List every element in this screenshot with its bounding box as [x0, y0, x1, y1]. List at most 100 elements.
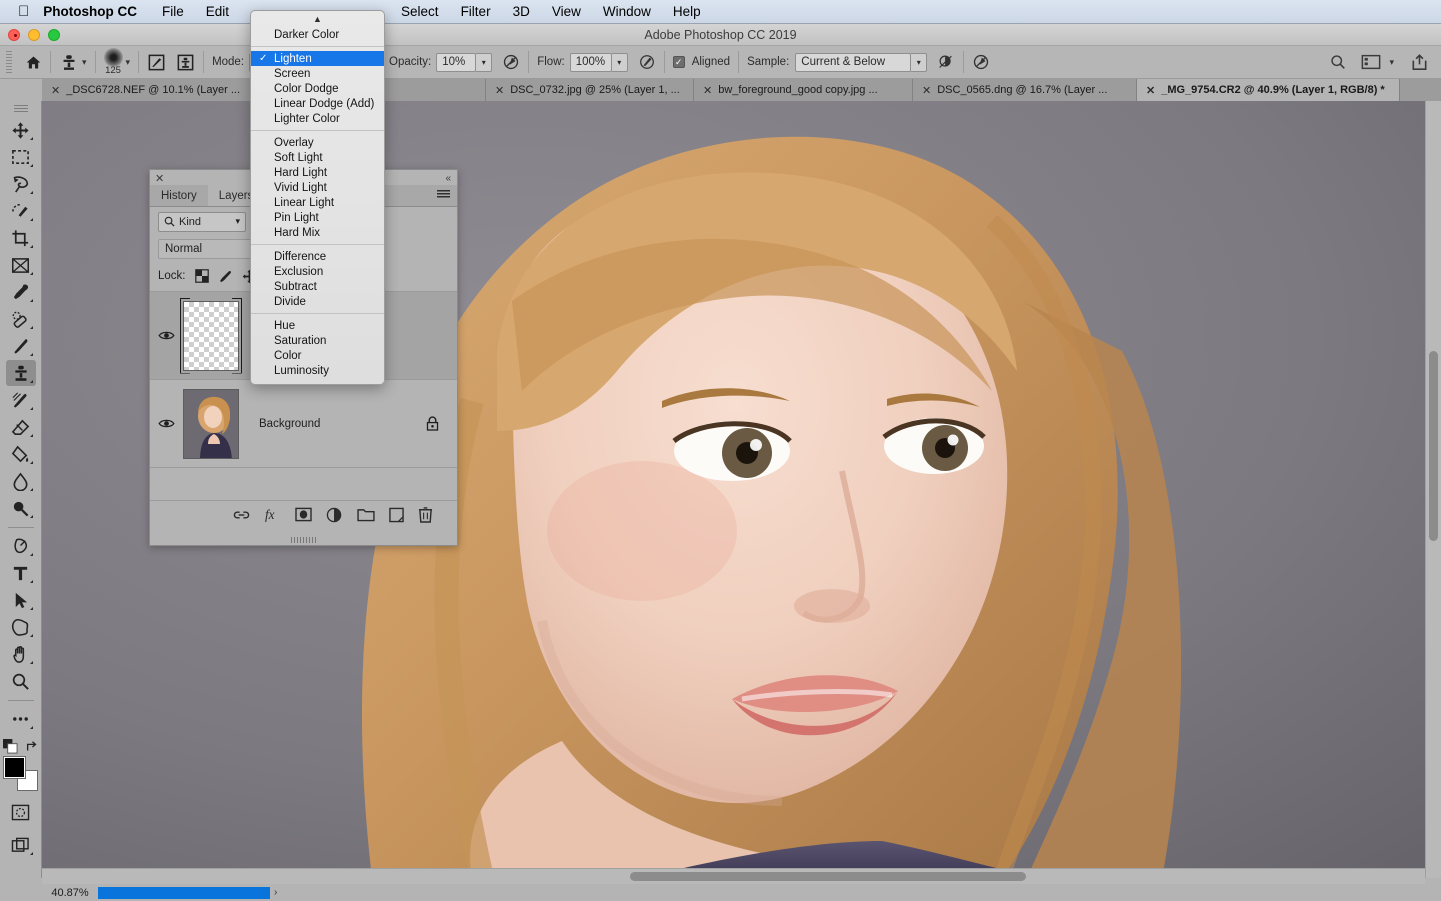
menu-item-linear-light[interactable]: Linear Light	[251, 195, 384, 210]
app-name-menu[interactable]: Photoshop CC	[43, 4, 151, 19]
close-tab-icon[interactable]: ✕	[1146, 84, 1155, 97]
menu-item-linear-dodge-add[interactable]: Linear Dodge (Add)	[251, 96, 384, 111]
apple-logo-icon[interactable]: 	[0, 4, 43, 19]
toggle-clone-source-panel-button[interactable]	[176, 53, 195, 72]
type-tool[interactable]	[6, 560, 36, 586]
layer-thumbnail[interactable]	[183, 389, 239, 459]
horizontal-scrollbar-thumb[interactable]	[630, 872, 1026, 881]
maximize-window-button[interactable]	[48, 29, 60, 41]
menu-item-color[interactable]: Color	[251, 348, 384, 363]
document-tab-active[interactable]: ✕ _MG_9754.CR2 @ 40.9% (Layer 1, RGB/8) …	[1137, 79, 1400, 101]
close-tab-icon[interactable]: ✕	[51, 84, 60, 97]
color-swatches[interactable]	[4, 757, 38, 791]
close-panel-icon[interactable]: ✕	[155, 172, 164, 185]
menu-item-lighten[interactable]: ✓ Lighten	[251, 51, 384, 66]
document-tab[interactable]: ✕ DSC_0565.dng @ 16.7% (Layer ...	[913, 79, 1137, 101]
rectangular-marquee-tool[interactable]	[6, 144, 36, 170]
menu-item-vivid-light[interactable]: Vivid Light	[251, 180, 384, 195]
move-tool[interactable]	[6, 117, 36, 143]
document-tab[interactable]: ✕ DSC_0732.jpg @ 25% (Layer 1, ...	[486, 79, 694, 101]
history-brush-tool[interactable]	[6, 387, 36, 413]
link-layers-icon[interactable]	[233, 509, 250, 521]
pen-tool[interactable]	[6, 533, 36, 559]
zoom-tool[interactable]	[6, 668, 36, 694]
document-tab[interactable]: ✕ bw_foreground_good copy.jpg ...	[694, 79, 913, 101]
brush-tool[interactable]	[6, 333, 36, 359]
tab-history[interactable]: History	[150, 185, 208, 206]
dodge-tool[interactable]	[6, 495, 36, 521]
zoom-level-input[interactable]: 40.87%	[42, 887, 98, 899]
toggle-brush-settings-panel-button[interactable]	[147, 53, 166, 72]
screen-mode-button[interactable]	[6, 832, 36, 858]
menu-item-hue[interactable]: Hue	[251, 318, 384, 333]
menu-item-darker-color[interactable]: Darker Color	[251, 27, 384, 42]
menu-item-color-dodge[interactable]: Color Dodge	[251, 81, 384, 96]
quick-selection-tool[interactable]	[6, 198, 36, 224]
menu-item-soft-light[interactable]: Soft Light	[251, 150, 384, 165]
menu-item-screen[interactable]: Screen	[251, 66, 384, 81]
menu-item-divide[interactable]: Divide	[251, 294, 384, 309]
status-expand-icon[interactable]: ›	[274, 887, 277, 898]
options-bar-grip[interactable]	[3, 51, 15, 73]
new-layer-icon[interactable]	[389, 507, 404, 523]
ignore-adjustment-layers-button[interactable]	[937, 53, 955, 71]
blur-tool[interactable]	[6, 468, 36, 494]
hand-tool[interactable]	[6, 641, 36, 667]
menu-item-subtract[interactable]: Subtract	[251, 279, 384, 294]
minimize-window-button[interactable]	[28, 29, 40, 41]
home-button[interactable]	[25, 54, 42, 71]
layer-name[interactable]: Background	[259, 418, 320, 430]
menu-item-hard-mix[interactable]: Hard Mix	[251, 225, 384, 240]
scroll-up-arrow-icon[interactable]: ▲	[251, 11, 384, 27]
clone-stamp-tool[interactable]	[6, 360, 36, 386]
close-tab-icon[interactable]: ✕	[922, 84, 931, 97]
menu-3d[interactable]: 3D	[502, 4, 541, 19]
menu-edit[interactable]: Edit	[195, 4, 240, 19]
menu-item-saturation[interactable]: Saturation	[251, 333, 384, 348]
airbrush-button[interactable]	[638, 53, 656, 71]
quick-mask-button[interactable]	[6, 799, 36, 825]
menu-item-hard-light[interactable]: Hard Light	[251, 165, 384, 180]
new-adjustment-layer-icon[interactable]	[326, 507, 343, 523]
layer-visibility-toggle[interactable]	[150, 330, 183, 341]
spot-healing-brush-tool[interactable]	[6, 306, 36, 332]
menu-item-luminosity[interactable]: Luminosity	[251, 363, 384, 378]
menu-file[interactable]: File	[151, 4, 195, 19]
frame-tool[interactable]	[6, 252, 36, 278]
layer-visibility-toggle[interactable]	[150, 418, 183, 429]
menu-item-exclusion[interactable]: Exclusion	[251, 264, 384, 279]
eraser-tool[interactable]	[6, 414, 36, 440]
menu-select[interactable]: Select	[390, 4, 450, 19]
tools-panel-grip[interactable]	[14, 105, 28, 114]
brush-preset-picker[interactable]: 125 ▾	[104, 48, 131, 76]
lasso-tool[interactable]	[6, 171, 36, 197]
vertical-scrollbar-thumb[interactable]	[1429, 351, 1438, 541]
custom-shape-tool[interactable]	[6, 614, 36, 640]
panel-menu-icon[interactable]	[437, 190, 450, 199]
layer-row[interactable]: Background	[150, 380, 457, 468]
delete-layer-icon[interactable]	[418, 506, 433, 523]
close-tab-icon[interactable]: ✕	[495, 84, 504, 97]
share-button[interactable]	[1410, 53, 1429, 72]
edit-toolbar-button[interactable]	[6, 706, 36, 732]
menu-item-lighter-color[interactable]: Lighter Color	[251, 111, 384, 126]
add-layer-mask-icon[interactable]	[295, 507, 312, 522]
menu-item-pin-light[interactable]: Pin Light	[251, 210, 384, 225]
collapse-panel-icon[interactable]: «	[445, 173, 451, 184]
default-colors-icon[interactable]	[3, 739, 18, 754]
gradient-tool[interactable]	[6, 441, 36, 467]
search-button[interactable]	[1329, 53, 1347, 71]
aligned-checkbox[interactable]: ✓ Aligned	[673, 56, 730, 68]
foreground-color-swatch[interactable]	[4, 757, 25, 778]
sample-select[interactable]: Current & Below ▾	[795, 53, 927, 72]
path-selection-tool[interactable]	[6, 587, 36, 613]
horizontal-scrollbar[interactable]	[42, 868, 1425, 884]
panel-resize-grip[interactable]	[291, 537, 317, 543]
document-tab[interactable]: ✕ _DSC6728.NEF @ 10.1% (Layer ...	[42, 79, 264, 101]
menu-filter[interactable]: Filter	[450, 4, 502, 19]
close-tab-icon[interactable]: ✕	[703, 84, 712, 97]
lock-image-pixels-icon[interactable]	[218, 269, 233, 284]
swap-colors-icon[interactable]	[25, 740, 39, 754]
menu-help[interactable]: Help	[662, 4, 712, 19]
layer-filter-kind-select[interactable]: Kind ▾	[158, 212, 246, 232]
